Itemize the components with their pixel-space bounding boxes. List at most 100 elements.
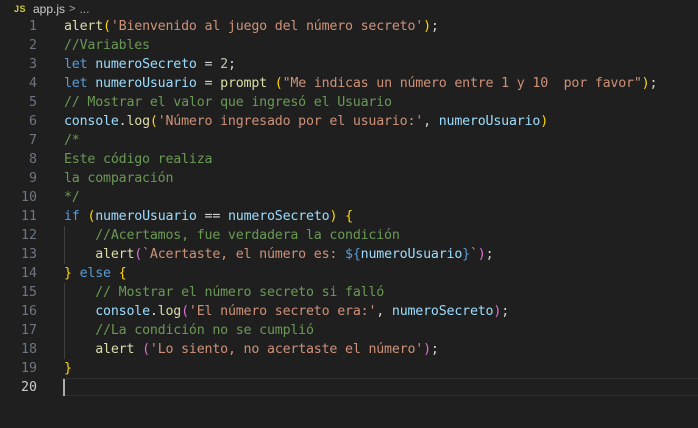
chevron-right-icon: > bbox=[69, 2, 76, 15]
code-token: numeroSecreto bbox=[95, 57, 197, 72]
line-number: 11 bbox=[20, 209, 37, 224]
code-token: ( bbox=[149, 114, 158, 129]
code-line-text: //Variables bbox=[64, 36, 150, 55]
code-token: 'Número ingresado por el usuario:' bbox=[157, 114, 424, 129]
code-line-text: console.log('El número secreto era:', nu… bbox=[64, 302, 509, 321]
code-token: ( bbox=[181, 304, 189, 319]
code-line[interactable]: 18 alert ('Lo siento, no acertaste el nú… bbox=[0, 340, 698, 359]
current-line-highlight bbox=[61, 378, 698, 396]
code-line[interactable]: 14} else { bbox=[0, 264, 698, 283]
code-token: == bbox=[196, 209, 228, 224]
code-line-text: // Mostrar el número secreto si falló bbox=[64, 283, 384, 302]
code-token: numeroUsuario bbox=[95, 209, 197, 224]
code-token: } bbox=[64, 266, 72, 281]
code-token: prompt bbox=[220, 76, 267, 91]
code-line[interactable]: 7 /* bbox=[0, 131, 698, 150]
code-token: 2 bbox=[220, 57, 228, 72]
code-line[interactable]: 16 console.log('El número secreto era:',… bbox=[0, 302, 698, 321]
code-token: alert bbox=[95, 342, 135, 357]
code-token: 'El número secreto era:' bbox=[188, 304, 377, 319]
code-token: let bbox=[64, 76, 88, 91]
breadcrumb-file-name[interactable]: app.js bbox=[33, 2, 65, 16]
code-line[interactable]: 17 //La condición no se cumplió bbox=[0, 321, 698, 340]
line-number: 17 bbox=[20, 323, 37, 338]
code-line[interactable]: 9 la comparación bbox=[0, 169, 698, 188]
javascript-file-icon: JS bbox=[14, 3, 27, 14]
code-token: ${ bbox=[345, 247, 361, 262]
code-token: // Mostrar el valor que ingresó el Usuar… bbox=[64, 95, 392, 110]
code-line-text: //La condición no se cumplió bbox=[64, 321, 314, 340]
code-line-text: } bbox=[64, 359, 72, 378]
code-line[interactable]: 4 let numeroUsuario = prompt ("Me indicas… bbox=[0, 74, 698, 93]
code-token: = bbox=[196, 76, 221, 91]
code-token: ; bbox=[485, 247, 494, 262]
line-number: 4 bbox=[28, 76, 37, 91]
code-token: 'Lo siento, no acertaste el número' bbox=[149, 342, 424, 357]
code-token: /* bbox=[64, 133, 80, 148]
code-line[interactable]: 20 bbox=[0, 378, 698, 397]
code-token: alert bbox=[64, 19, 104, 34]
code-token: console bbox=[64, 114, 119, 129]
breadcrumb: JS app.js > ... bbox=[0, 0, 698, 17]
text-cursor bbox=[63, 379, 65, 396]
code-token: ; bbox=[501, 304, 509, 319]
code-line-text: console.log('Número ingresado por el usu… bbox=[64, 112, 548, 131]
code-token: ` bbox=[469, 247, 478, 262]
code-token: ) bbox=[423, 342, 431, 357]
code-line-text: let numeroUsuario = prompt ("Me indicas … bbox=[64, 74, 657, 93]
line-number: 14 bbox=[20, 266, 37, 281]
line-number: 1 bbox=[28, 19, 37, 34]
code-token: log bbox=[126, 114, 150, 129]
line-number: 12 bbox=[20, 228, 37, 243]
line-number: 16 bbox=[20, 304, 37, 319]
code-line[interactable]: 3 let numeroSecreto = 2; bbox=[0, 55, 698, 74]
code-line[interactable]: 15 // Mostrar el número secreto si falló bbox=[0, 283, 698, 302]
line-number: 13 bbox=[20, 247, 37, 262]
code-token: ( bbox=[274, 76, 283, 91]
code-token: "Me indicas un número entre 1 y 10 por f… bbox=[282, 76, 642, 91]
code-line[interactable]: 12 //Acertamos, fue verdadera la condici… bbox=[0, 226, 698, 245]
code-token: , bbox=[423, 114, 439, 129]
code-token: let bbox=[64, 57, 88, 72]
code-line[interactable]: 8 Este código realiza bbox=[0, 150, 698, 169]
code-line[interactable]: 5 // Mostrar el valor que ingresó el Usua… bbox=[0, 93, 698, 112]
code-line-text: alert(`Acertaste, el número es: ${numero… bbox=[64, 245, 493, 264]
line-number: 7 bbox=[28, 133, 37, 148]
code-token: // Mostrar el número secreto si falló bbox=[95, 285, 385, 300]
code-line[interactable]: 10 */ bbox=[0, 188, 698, 207]
code-line[interactable]: 11 if (numeroUsuario == numeroSecreto) { bbox=[0, 207, 698, 226]
breadcrumb-symbols[interactable]: ... bbox=[79, 2, 89, 16]
code-line[interactable]: 1 alert('Bienvenido al juego del número s… bbox=[0, 17, 698, 36]
line-number: 19 bbox=[20, 361, 37, 376]
code-line-text: // Mostrar el valor que ingresó el Usuar… bbox=[64, 93, 392, 112]
code-token: Este código realiza bbox=[64, 152, 213, 167]
code-token: , bbox=[376, 304, 392, 319]
code-line[interactable]: 6 console.log('Número ingresado por el us… bbox=[0, 112, 698, 131]
code-token: ) bbox=[423, 19, 431, 34]
code-line[interactable]: 19} bbox=[0, 359, 698, 378]
code-token: } bbox=[64, 361, 72, 376]
code-line[interactable]: 2 //Variables bbox=[0, 36, 698, 55]
line-number: 18 bbox=[20, 342, 37, 357]
code-line-text: if (numeroUsuario == numeroSecreto) { bbox=[64, 207, 353, 226]
code-token: ; bbox=[430, 19, 439, 34]
code-line[interactable]: 13 alert(`Acertaste, el número es: ${num… bbox=[0, 245, 698, 264]
code-line-text: //Acertamos, fue verdadera la condición bbox=[64, 226, 400, 245]
code-token: la comparación bbox=[64, 171, 174, 186]
code-token: //La condición no se cumplió bbox=[95, 323, 314, 338]
code-token: numeroUsuario bbox=[360, 247, 463, 262]
code-editor[interactable]: 1 alert('Bienvenido al juego del número s… bbox=[0, 17, 698, 428]
code-token: //Variables bbox=[64, 38, 150, 53]
code-token: ; bbox=[649, 76, 658, 91]
code-token: else bbox=[79, 266, 111, 281]
code-line-text: la comparación bbox=[64, 169, 173, 188]
code-line-text: alert ('Lo siento, no acertaste el númer… bbox=[64, 340, 439, 359]
code-token: if bbox=[64, 209, 80, 224]
